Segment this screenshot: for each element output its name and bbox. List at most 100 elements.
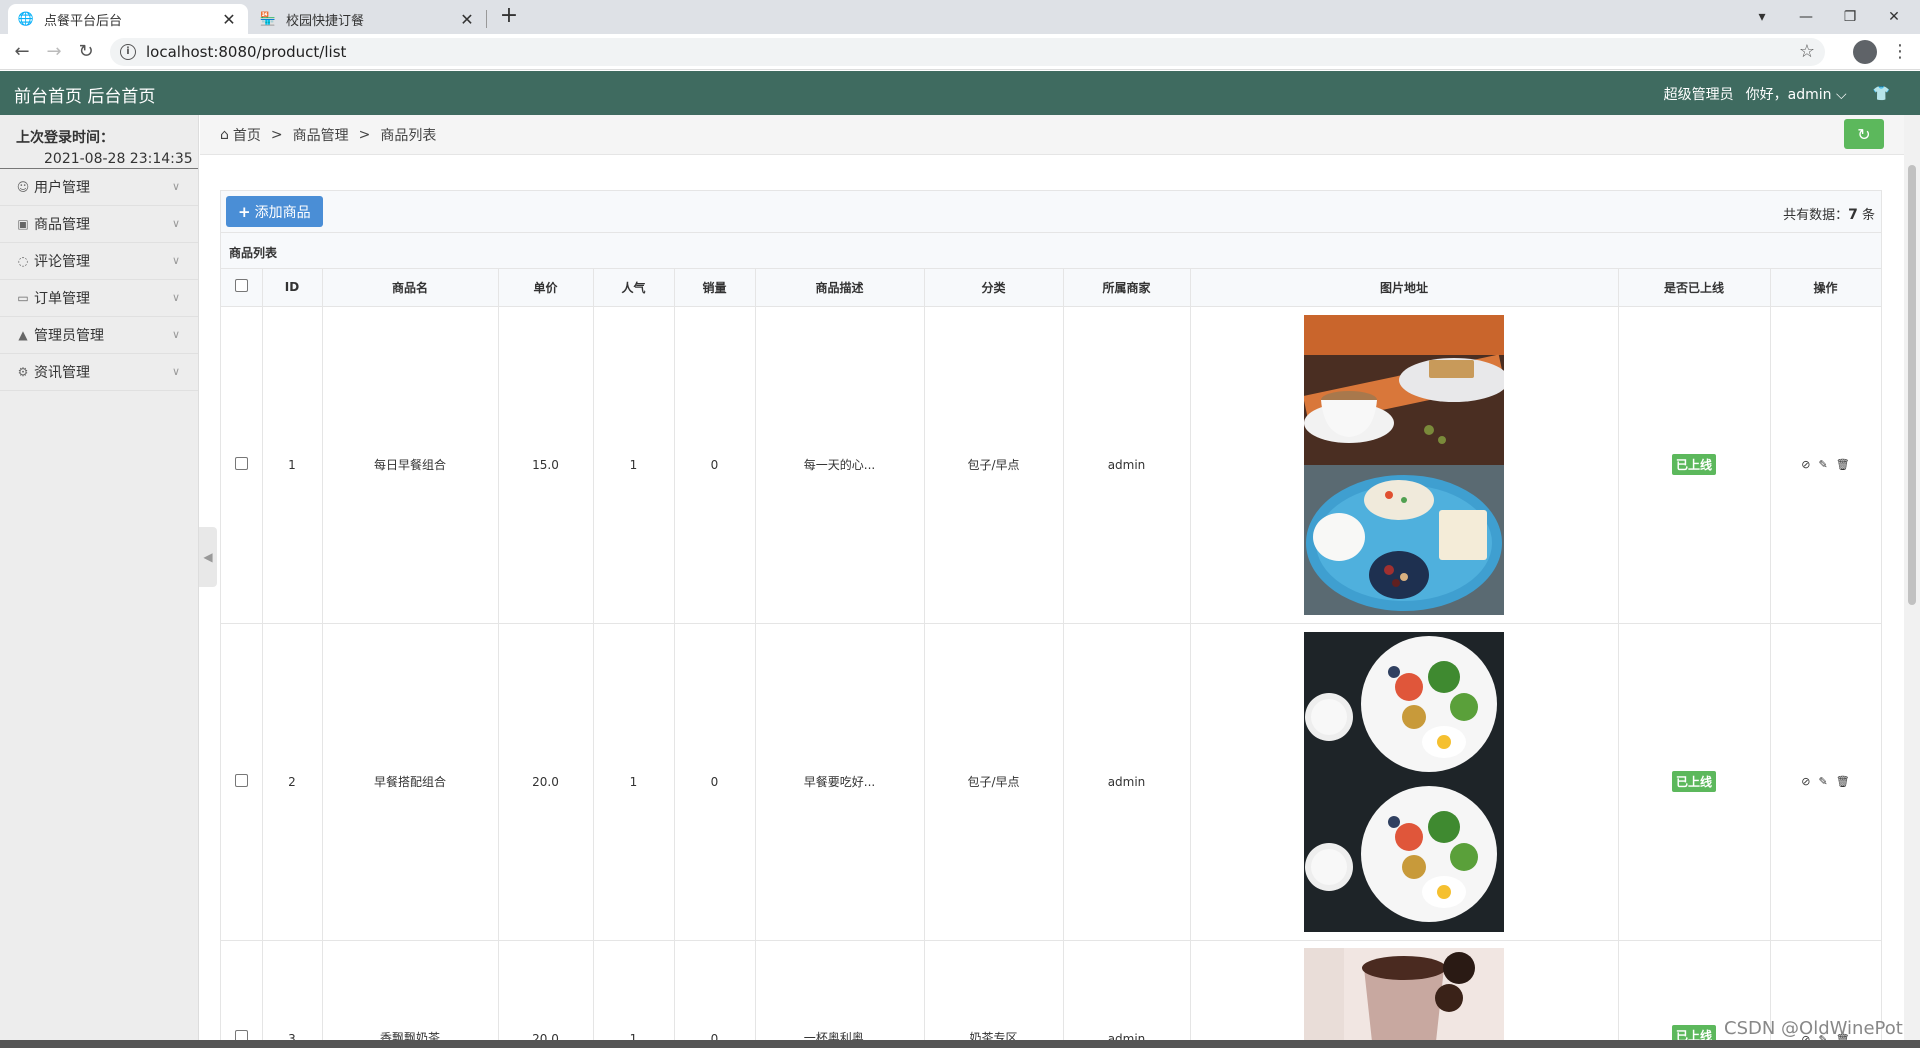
- back-arrow-icon[interactable]: ←: [10, 40, 34, 64]
- browser-tab-admin[interactable]: 🌐 点餐平台后台 ✕: [8, 4, 248, 34]
- cell-price: 15.0: [498, 306, 594, 624]
- close-icon[interactable]: ✕: [458, 10, 476, 29]
- cell-status: 已上线: [1618, 623, 1771, 941]
- cell-sales: 0: [674, 306, 756, 624]
- cell-image: [1190, 306, 1619, 624]
- cell-id: 3: [262, 940, 323, 1048]
- col-header-sales: 销量: [674, 269, 756, 307]
- chevron-down-icon: ∨: [171, 254, 180, 267]
- product-table: ID 商品名 单价 人气 销量 商品描述 分类 所属商家 图片地址 是否已上线 …: [221, 269, 1882, 1048]
- product-panel: + 添加商品 共有数据：7 条 商品列表 ID 商品名 单价 人气 销量 商品描…: [220, 190, 1882, 1048]
- cell-popularity: 1: [593, 306, 675, 624]
- cell-category: 包子/早点: [924, 623, 1064, 941]
- cell-price: 20.0: [498, 940, 594, 1048]
- col-header-merchant: 所属商家: [1063, 269, 1191, 307]
- milk-tea-image: [1304, 947, 1504, 1048]
- admin-icon: ▲: [18, 328, 28, 342]
- user-dropdown[interactable]: 你好，admin ⌵: [1746, 84, 1847, 104]
- sidebar-item-orders[interactable]: ▭ 订单管理 ∨: [0, 280, 198, 317]
- page-scrollbar[interactable]: [1904, 115, 1920, 1048]
- trash-icon[interactable]: 🗑: [1836, 775, 1850, 788]
- col-header-price: 单价: [498, 269, 594, 307]
- select-all-cell: [221, 269, 263, 307]
- sidebar-item-news[interactable]: ⚙ 资讯管理 ∨: [0, 354, 198, 391]
- kebab-menu-icon[interactable]: ⋮: [1890, 40, 1910, 64]
- sidebar-item-users[interactable]: ☺ 用户管理 ∨: [0, 169, 198, 206]
- sidebar-collapse-handle[interactable]: ◀: [199, 527, 217, 587]
- cell-popularity: 1: [593, 940, 675, 1048]
- table-row: 1 每日早餐组合 15.0 1 0 每一天的心... 包子/早点 admin 已…: [221, 306, 1882, 624]
- cell-name: 早餐搭配组合: [322, 623, 499, 941]
- table-row: 3 香飘飘奶茶 20.0 1 0 一杯奥利奥... 奶茶专区 admin 已上线…: [221, 940, 1882, 1048]
- close-icon[interactable]: ✕: [220, 10, 238, 29]
- edit-icon[interactable]: ✎: [1819, 775, 1828, 788]
- cell-actions: ⊘ ✎ 🗑: [1770, 306, 1882, 624]
- chevron-down-icon: ∨: [171, 328, 180, 341]
- col-header-actions: 操作: [1770, 269, 1882, 307]
- status-badge: 已上线: [1671, 454, 1716, 475]
- trash-icon[interactable]: 🗑: [1836, 458, 1850, 471]
- browser-tab-order[interactable]: 🏪 校园快捷订餐 ✕: [250, 4, 486, 34]
- sidebar-item-admins[interactable]: ▲ 管理员管理 ∨: [0, 317, 198, 354]
- cell-sales: 0: [674, 940, 756, 1048]
- tab-title: 校园快捷订餐: [286, 13, 365, 29]
- check-circle-icon[interactable]: ⊘: [1801, 775, 1810, 788]
- edit-icon[interactable]: ✎: [1819, 458, 1828, 471]
- cell-merchant: admin: [1063, 306, 1191, 624]
- header-logo[interactable]: 前台首页 后台首页: [14, 82, 155, 107]
- table-header-row: ID 商品名 单价 人气 销量 商品描述 分类 所属商家 图片地址 是否已上线 …: [221, 269, 1882, 307]
- sidebar: 上次登录时间： 2021-08-28 23:14:35 ☺ 用户管理 ∨ ▣ 商…: [0, 115, 199, 1048]
- tab-search-icon[interactable]: ▾: [1740, 0, 1784, 34]
- store-icon: 🏪: [259, 11, 277, 27]
- profile-icon[interactable]: [1853, 40, 1877, 64]
- cell-actions: ⊘ ✎ 🗑: [1770, 623, 1882, 941]
- login-time-label: 上次登录时间：: [16, 130, 114, 146]
- table-row: 2 早餐搭配组合 20.0 1 0 早餐要吃好... 包子/早点 admin 已…: [221, 623, 1882, 941]
- breadcrumb-home[interactable]: 首页: [233, 125, 261, 145]
- table-caption: 商品列表: [221, 233, 1881, 269]
- refresh-button[interactable]: ↻: [1844, 119, 1884, 149]
- cell-status: 已上线: [1618, 306, 1771, 624]
- restore-button[interactable]: ❐: [1828, 0, 1872, 34]
- salad-plate-image: [1304, 631, 1504, 782]
- col-header-status: 是否已上线: [1618, 269, 1771, 307]
- minimize-button[interactable]: —: [1784, 0, 1828, 34]
- cell-category: 奶茶专区: [924, 940, 1064, 1048]
- url-text: localhost:8080/product/list: [146, 43, 347, 61]
- cell-merchant: admin: [1063, 940, 1191, 1048]
- col-header-popularity: 人气: [593, 269, 675, 307]
- cell-image: [1190, 940, 1619, 1048]
- new-tab-button[interactable]: +: [498, 5, 520, 29]
- cell-category: 包子/早点: [924, 306, 1064, 624]
- tab-title: 点餐平台后台: [44, 13, 123, 29]
- forward-arrow-icon[interactable]: →: [42, 40, 66, 64]
- col-header-id: ID: [262, 269, 323, 307]
- login-info: 上次登录时间： 2021-08-28 23:14:35: [0, 115, 198, 169]
- chevron-down-icon: ∨: [171, 217, 180, 230]
- chevron-down-icon: ∨: [171, 365, 180, 378]
- row-checkbox[interactable]: [234, 456, 248, 470]
- shirt-icon[interactable]: 👕: [1873, 86, 1890, 102]
- breadcrumb-level1[interactable]: 商品管理: [293, 125, 349, 145]
- sidebar-item-products[interactable]: ▣ 商品管理 ∨: [0, 206, 198, 243]
- select-all-checkbox[interactable]: [234, 279, 248, 293]
- app-header: 前台首页 后台首页 超级管理员 你好，admin ⌵ 👕: [0, 71, 1920, 115]
- cell-name: 每日早餐组合: [322, 306, 499, 624]
- login-time-value: 2021-08-28 23:14:35: [44, 151, 193, 167]
- row-checkbox[interactable]: [234, 773, 248, 787]
- url-input[interactable]: i localhost:8080/product/list ☆: [110, 38, 1825, 66]
- close-window-button[interactable]: ✕: [1872, 0, 1916, 34]
- check-circle-icon[interactable]: ⊘: [1801, 458, 1810, 471]
- sidebar-item-comments[interactable]: ◌ 评论管理 ∨: [0, 243, 198, 280]
- add-product-button[interactable]: + 添加商品: [226, 196, 323, 227]
- total-count: 共有数据：7 条: [1783, 207, 1875, 223]
- home-icon: ⌂: [220, 126, 229, 143]
- reload-icon[interactable]: ↻: [74, 40, 98, 64]
- status-badge: 已上线: [1671, 771, 1716, 792]
- cell-id: 2: [262, 623, 323, 941]
- chevron-down-icon: ∨: [171, 180, 180, 193]
- info-icon[interactable]: i: [120, 44, 136, 60]
- star-icon[interactable]: ☆: [1799, 41, 1815, 62]
- taskbar-strip: [0, 1040, 1920, 1048]
- scrollbar-thumb[interactable]: [1908, 165, 1916, 605]
